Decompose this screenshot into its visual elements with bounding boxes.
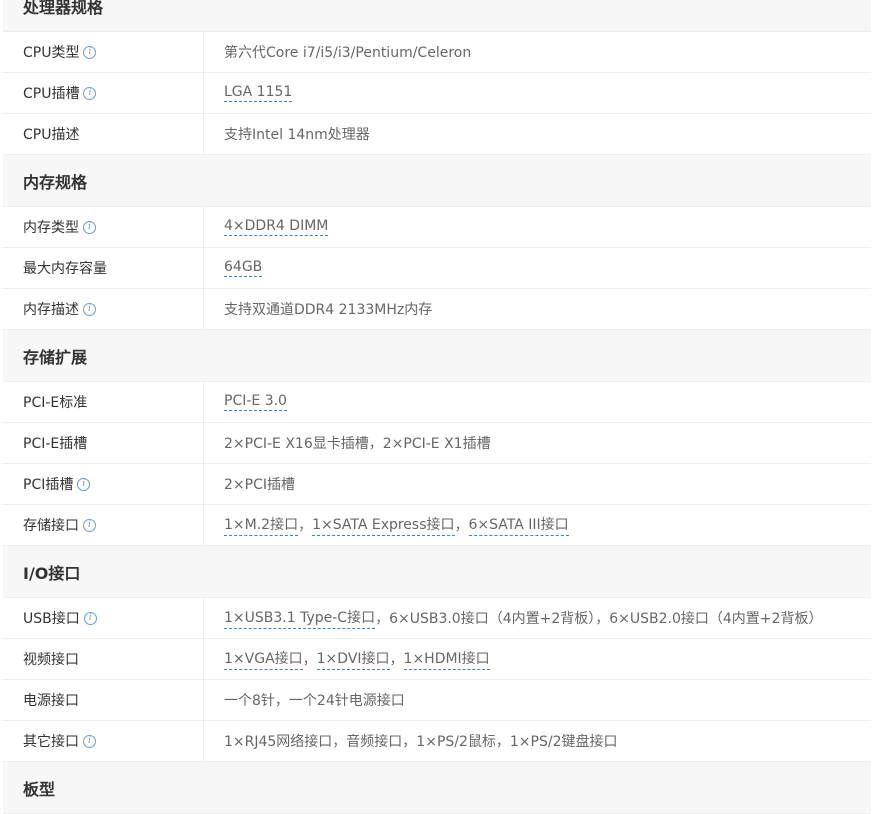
spec-label: CPU类型 xyxy=(23,45,80,61)
spec-label-cell: PCI-E插槽 xyxy=(3,423,204,463)
spec-label: CPU插槽 xyxy=(23,86,80,102)
spec-label-cell: CPU描述 xyxy=(3,114,204,154)
spec-value-cell: LGA 1151 xyxy=(204,73,871,113)
spec-label-cell: PCI-E标准 xyxy=(3,382,204,422)
spec-label: 视频接口 xyxy=(23,652,79,668)
spec-row: 内存类型 i 4×DDR4 DIMM xyxy=(3,207,871,248)
spec-value-cell: 1×M.2接口， 1×SATA Express接口， 6×SATA III接口 xyxy=(204,505,871,545)
spec-row: USB接口 i 1×USB3.1 Type-C接口 ，6×USB3.0接口（4内置+2… xyxy=(3,598,871,639)
section-header: 内存规格 xyxy=(3,155,871,207)
spec-label: 存储接口 xyxy=(23,518,79,534)
spec-row: PCI-E插槽 2×PCI-E X16显卡插槽，2×PCI-E X1插槽 xyxy=(3,423,871,464)
info-icon[interactable]: i xyxy=(83,302,96,316)
spec-label: 最大内存容量 xyxy=(23,261,107,277)
spec-value-cell: 支持双通道DDR4 2133MHz内存 xyxy=(204,289,871,329)
spec-value-text: ，6×USB3.0接口（4内置+2背板），6×USB2.0接口（4内置+2背板） xyxy=(375,611,823,627)
spec-value-link[interactable]: 1×DVI接口 xyxy=(316,648,390,670)
spec-value-link[interactable]: PCI-E 3.0 xyxy=(224,393,287,411)
spec-value-link[interactable]: LGA 1151 xyxy=(224,84,293,102)
spec-label: USB接口 xyxy=(23,611,80,627)
spec-label: 电源接口 xyxy=(23,693,79,709)
spec-value-cell: PCI-E 3.0 xyxy=(204,382,871,422)
spec-value-text: ， xyxy=(389,652,404,668)
spec-value-link[interactable]: 1×SATA Express接口 xyxy=(312,514,455,536)
spec-value-text: ， xyxy=(454,518,469,534)
spec-label: 内存描述 xyxy=(23,302,79,318)
spec-value-cell: 第六代Core i7/i5/i3/Pentium/Celeron xyxy=(204,32,871,72)
spec-value-link[interactable]: 1×USB3.1 Type-C接口 xyxy=(224,607,376,629)
spec-value-text: ， xyxy=(302,652,317,668)
spec-value-cell: 2×PCI-E X16显卡插槽，2×PCI-E X1插槽 xyxy=(204,423,871,463)
info-icon[interactable]: i xyxy=(83,611,97,625)
info-icon[interactable]: i xyxy=(83,220,96,234)
spec-label-cell: CPU类型 i xyxy=(3,32,204,72)
spec-value-text: 一个8针，一个24针电源接口 xyxy=(224,693,405,709)
section-header: 存储扩展 xyxy=(3,330,871,382)
spec-value-text: 2×PCI-E X16显卡插槽，2×PCI-E X1插槽 xyxy=(224,436,491,452)
spec-value-cell: 1×VGA接口， 1×DVI接口， 1×HDMI接口 xyxy=(204,639,871,679)
spec-row: 存储接口 i 1×M.2接口， 1×SATA Express接口， 6×SATA III… xyxy=(3,505,871,546)
info-icon[interactable]: i xyxy=(83,518,96,532)
spec-label-cell: 存储接口 i xyxy=(3,505,204,545)
spec-value-link[interactable]: 1×VGA接口 xyxy=(224,648,303,670)
spec-label: 其它接口 xyxy=(23,734,79,750)
spec-value-cell: 1×USB3.1 Type-C接口 ，6×USB3.0接口（4内置+2背板），6×… xyxy=(204,598,871,638)
spec-value-text: 2×PCI插槽 xyxy=(224,477,295,493)
spec-label-cell: CPU插槽 i xyxy=(3,73,204,113)
info-icon[interactable]: i xyxy=(83,734,96,748)
spec-label-cell: 最大内存容量 xyxy=(3,248,204,288)
spec-value-text: 1×RJ45网络接口，音频接口，1×PS/2鼠标，1×PS/2键盘接口 xyxy=(224,734,618,750)
spec-value-cell: 64GB xyxy=(204,248,871,288)
spec-row: 其它接口 i 1×RJ45网络接口，音频接口，1×PS/2鼠标，1×PS/2键盘接口 xyxy=(3,721,871,762)
spec-row: 视频接口 1×VGA接口， 1×DVI接口， 1×HDMI接口 xyxy=(3,639,871,680)
spec-value-cell: 4×DDR4 DIMM xyxy=(204,207,871,247)
spec-value-cell: 一个8针，一个24针电源接口 xyxy=(204,680,871,720)
section-header: 板型 xyxy=(3,762,871,814)
spec-value-text: 第六代Core i7/i5/i3/Pentium/Celeron xyxy=(224,45,472,61)
spec-row: CPU描述 支持Intel 14nm处理器 xyxy=(3,114,871,155)
spec-label: PCI-E标准 xyxy=(23,395,88,411)
spec-label-cell: 电源接口 xyxy=(3,680,204,720)
spec-value-cell: 1×RJ45网络接口，音频接口，1×PS/2鼠标，1×PS/2键盘接口 xyxy=(204,721,871,761)
section-header: I/O接口 xyxy=(3,546,871,598)
spec-row: CPU插槽 i LGA 1151 xyxy=(3,73,871,114)
spec-row: PCI插槽 i 2×PCI插槽 xyxy=(3,464,871,505)
info-icon[interactable]: i xyxy=(77,477,91,491)
spec-value-link[interactable]: 4×DDR4 DIMM xyxy=(224,218,329,236)
spec-label-cell: PCI插槽 i xyxy=(3,464,204,504)
info-icon[interactable]: i xyxy=(83,45,97,59)
spec-value-link[interactable]: 6×SATA III接口 xyxy=(468,514,569,536)
spec-value-text: 支持双通道DDR4 2133MHz内存 xyxy=(224,302,433,318)
spec-label: PCI-E插槽 xyxy=(23,436,88,452)
spec-value-link[interactable]: 64GB xyxy=(224,259,263,277)
spec-row: 最大内存容量 64GB xyxy=(3,248,871,289)
spec-value-link[interactable]: 1×M.2接口 xyxy=(224,514,299,536)
spec-value-cell: 支持Intel 14nm处理器 xyxy=(204,114,871,154)
spec-label-cell: 内存描述 i xyxy=(3,289,204,329)
spec-label-cell: USB接口 i xyxy=(3,598,204,638)
spec-label: 内存类型 xyxy=(23,220,79,236)
spec-label: PCI插槽 xyxy=(23,477,74,493)
spec-label-cell: 其它接口 i xyxy=(3,721,204,761)
info-icon[interactable]: i xyxy=(83,86,97,100)
spec-row: PCI-E标准 PCI-E 3.0 xyxy=(3,382,871,423)
spec-row: 内存描述 i 支持双通道DDR4 2133MHz内存 xyxy=(3,289,871,330)
spec-label-cell: 视频接口 xyxy=(3,639,204,679)
spec-value-cell: 2×PCI插槽 xyxy=(204,464,871,504)
spec-label-cell: 内存类型 i xyxy=(3,207,204,247)
spec-row: CPU类型 i 第六代Core i7/i5/i3/Pentium/Celeron xyxy=(3,32,871,73)
section-header: 处理器规格 xyxy=(3,0,871,32)
spec-value-text: 支持Intel 14nm处理器 xyxy=(224,127,370,143)
spec-value-link[interactable]: 1×HDMI接口 xyxy=(403,648,490,670)
spec-table: 处理器规格 CPU类型 i 第六代Core i7/i5/i3/Pentium/Cele… xyxy=(3,0,871,814)
spec-value-text: ， xyxy=(298,518,313,534)
spec-label: CPU描述 xyxy=(23,127,80,143)
spec-row: 电源接口 一个8针，一个24针电源接口 xyxy=(3,680,871,721)
